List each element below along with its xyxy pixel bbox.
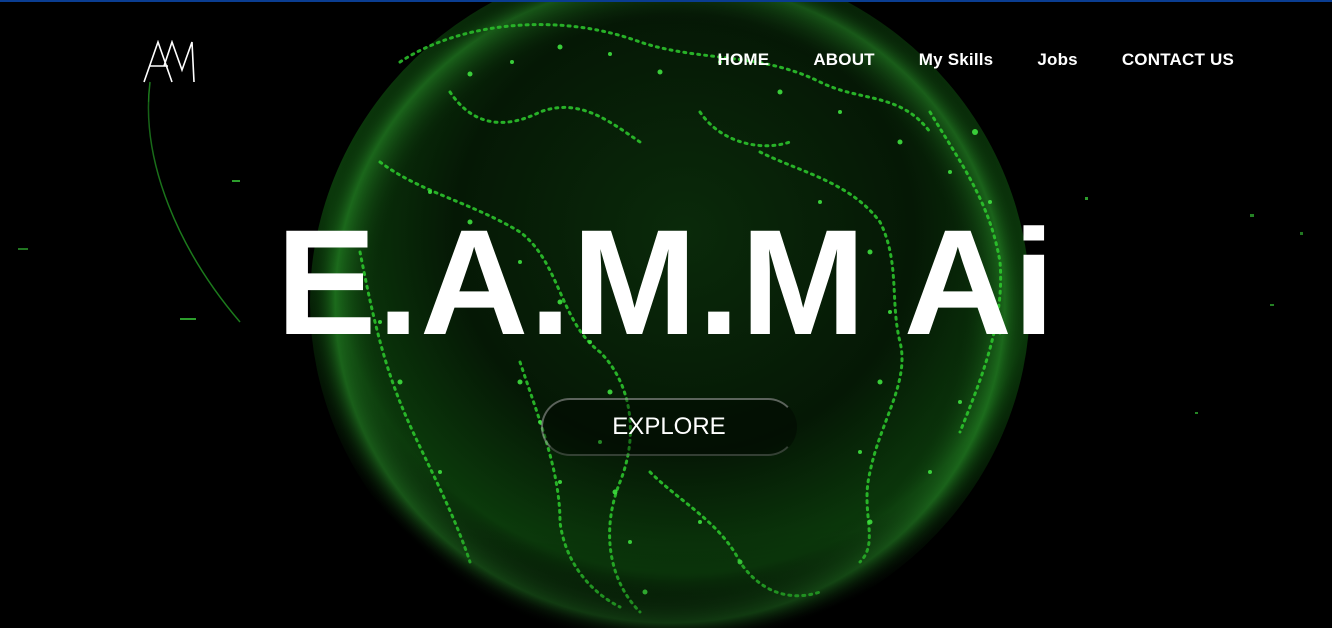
nav-contact-us-link[interactable]: CONTACT US <box>1122 50 1234 70</box>
nav-about-link[interactable]: ABOUT <box>813 50 874 70</box>
explore-button[interactable]: EXPLORE <box>541 398 797 456</box>
am-logo-icon <box>143 39 195 83</box>
nav-jobs-link[interactable]: Jobs <box>1037 50 1077 70</box>
nav-my-skills-link[interactable]: My Skills <box>919 50 994 70</box>
hero-section: HOME ABOUT My Skills Jobs CONTACT US E.A… <box>0 0 1332 628</box>
main-navigation: HOME ABOUT My Skills Jobs CONTACT US <box>718 50 1235 70</box>
hero-title: E.A.M.M Ai <box>276 198 1056 366</box>
am-monogram-logo[interactable] <box>142 39 198 84</box>
nav-home-link[interactable]: HOME <box>718 50 770 70</box>
